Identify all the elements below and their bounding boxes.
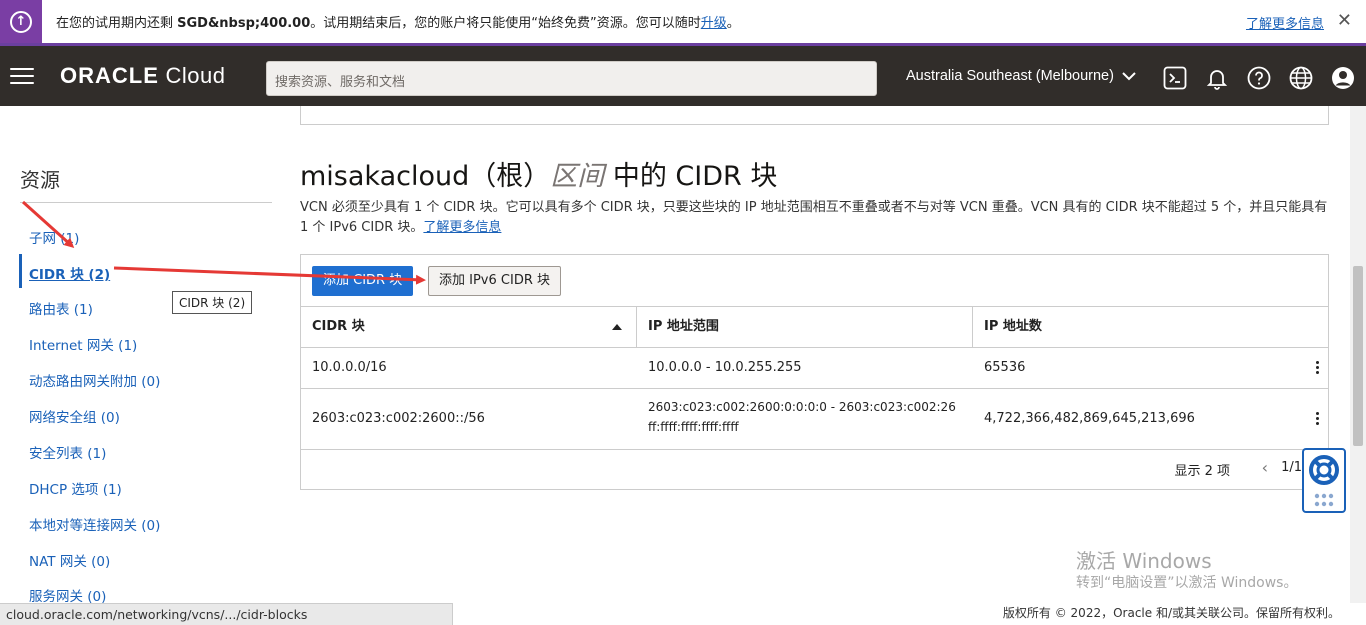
cell-ip-range-cont: ff:ffff:ffff:ffff:ffff (648, 420, 739, 434)
sidebar-item-nat-gateways[interactable]: NAT 网关 (0) (29, 550, 110, 570)
heading-compartment-word: 区间 (550, 161, 605, 192)
cell-ip-range: 10.0.0.0 - 10.0.255.255 (648, 360, 802, 375)
sidebar-item-network-security-groups[interactable]: 网络安全组 (0) (29, 406, 120, 426)
row-actions-menu-icon[interactable] (1316, 412, 1320, 425)
region-label: Australia Southeast (Melbourne) (906, 68, 1114, 84)
trial-message: 在您的试用期内还剩 SGD&nbsp;400.00。试用期结束后，您的账户将只能… (56, 12, 740, 31)
column-header-cidr[interactable]: CIDR 块 (301, 307, 637, 347)
browser-status-url: cloud.oracle.com/networking/vcns/.../cid… (0, 603, 453, 625)
bell-icon[interactable] (1205, 66, 1229, 90)
trial-period: 。 (726, 16, 740, 31)
sidebar-item-internet-gateways[interactable]: Internet 网关 (1) (29, 334, 137, 354)
table-row: 2603:c023:c002:2600::/56 2603:c023:c002:… (301, 389, 1328, 450)
trial-amount: SGD&nbsp;400.00 (177, 16, 311, 31)
item-count: 显示 2 项 (1174, 464, 1230, 479)
sidebar-item-route-tables[interactable]: 路由表 (1) (29, 298, 93, 318)
resources-sidebar: 资源 子网 (1) CIDR 块 (2) 路由表 (1) Internet 网关… (0, 106, 290, 605)
top-navigation-bar: ORACLE Cloud 搜索资源、服务和文档 Australia Southe… (0, 46, 1366, 106)
logo-oracle: ORACLE (60, 63, 159, 88)
column-header-label: CIDR 块 (312, 319, 365, 334)
user-icon[interactable] (1331, 66, 1355, 90)
cloud-shell-icon[interactable] (1163, 66, 1187, 90)
page-description: VCN 必须至少具有 1 个 CIDR 块。它可以具有多个 CIDR 块，只要这… (300, 198, 1330, 238)
heading-suffix: 中的 CIDR 块 (604, 161, 778, 192)
table-row: 10.0.0.0/16 10.0.0.0 - 10.0.255.255 6553… (301, 348, 1328, 389)
globe-icon[interactable] (1289, 66, 1313, 90)
sidebar-divider (20, 202, 272, 203)
resources-title: 资源 (20, 168, 60, 192)
sidebar-item-dhcp-options[interactable]: DHCP 选项 (1) (29, 478, 122, 498)
help-icon[interactable] (1247, 66, 1271, 90)
upgrade-link[interactable]: 升级 (701, 16, 727, 31)
trial-icon-container: ↑ (0, 0, 42, 43)
tooltip: CIDR 块 (2) (172, 291, 253, 314)
cell-ip-count: 65536 (984, 360, 1026, 375)
search-input[interactable]: 搜索资源、服务和文档 (266, 61, 877, 96)
logo-cloud: Cloud (158, 63, 226, 88)
row-actions-menu-icon[interactable] (1316, 361, 1320, 374)
cell-cidr: 2603:c023:c002:2600::/56 (312, 411, 485, 426)
page-title: misakacloud（根）区间 中的 CIDR 块 (300, 154, 777, 193)
cidr-blocks-table: 添加 CIDR 块 添加 IPv6 CIDR 块 CIDR 块 IP 地址范围 … (300, 254, 1329, 490)
hamburger-menu-icon[interactable] (10, 68, 34, 84)
cell-cidr: 10.0.0.0/16 (312, 360, 387, 375)
sort-ascending-icon[interactable] (612, 324, 622, 330)
windows-activation-title: 激活 Windows (1076, 549, 1212, 573)
add-cidr-block-button[interactable]: 添加 CIDR 块 (312, 266, 414, 296)
column-header-ip-range[interactable]: IP 地址范围 (637, 307, 973, 347)
trial-banner: ↑ 在您的试用期内还剩 SGD&nbsp;400.00。试用期结束后，您的账户将… (0, 0, 1366, 46)
learn-more-link[interactable]: 了解更多信息 (423, 220, 501, 235)
column-header-ip-count[interactable]: IP 地址数 (973, 307, 1328, 347)
chevron-left-icon[interactable]: ‹ (1262, 458, 1268, 477)
copyright-text: 版权所有 © 2022，Oracle 和/或其关联公司。保留所有权利。 (1002, 606, 1340, 620)
scrollbar-thumb[interactable] (1353, 266, 1363, 446)
table-header: CIDR 块 IP 地址范围 IP 地址数 (301, 306, 1328, 348)
sidebar-item-service-gateways[interactable]: 服务网关 (0) (29, 585, 106, 605)
previous-section-box (300, 106, 1329, 125)
sidebar-item-cidr-blocks[interactable]: CIDR 块 (2) (29, 263, 110, 283)
cell-ip-count: 4,722,366,482,869,645,213,696 (984, 411, 1195, 426)
arrow-up-circle-icon: ↑ (10, 10, 32, 33)
trial-text-prefix: 在您的试用期内还剩 (56, 16, 178, 31)
help-widget[interactable] (1302, 448, 1346, 513)
sidebar-item-subnets[interactable]: 子网 (1) (29, 227, 79, 247)
heading-compartment: misakacloud（根） (300, 161, 551, 192)
lifebuoy-icon[interactable] (1304, 452, 1344, 488)
trial-learn-more-link[interactable]: 了解更多信息 (1246, 13, 1324, 32)
trial-text-suffix: 。试用期结束后，您的账户将只能使用“始终免费”资源。您可以随时 (310, 16, 701, 31)
region-selector[interactable]: Australia Southeast (Melbourne) (906, 68, 1136, 84)
windows-activation-subtitle: 转到“电脑设置”以激活 Windows。 (1076, 575, 1298, 591)
close-icon[interactable]: ✕ (1337, 10, 1352, 31)
sidebar-item-security-lists[interactable]: 安全列表 (1) (29, 442, 106, 462)
drag-handle-icon[interactable] (1304, 490, 1344, 512)
sidebar-item-local-peering-gateways[interactable]: 本地对等连接网关 (0) (29, 514, 160, 534)
chevron-down-icon (1122, 72, 1136, 81)
page-indicator: 1/1 (1281, 460, 1302, 475)
cell-ip-range: 2603:c023:c002:2600:0:0:0:0 - 2603:c023:… (648, 400, 956, 414)
oracle-cloud-logo[interactable]: ORACLE Cloud (60, 63, 225, 89)
sidebar-item-drg-attachments[interactable]: 动态路由网关附加 (0) (29, 370, 160, 390)
page-scrollbar[interactable] (1350, 106, 1366, 603)
active-item-indicator (19, 254, 22, 288)
add-ipv6-cidr-block-button[interactable]: 添加 IPv6 CIDR 块 (428, 266, 561, 296)
